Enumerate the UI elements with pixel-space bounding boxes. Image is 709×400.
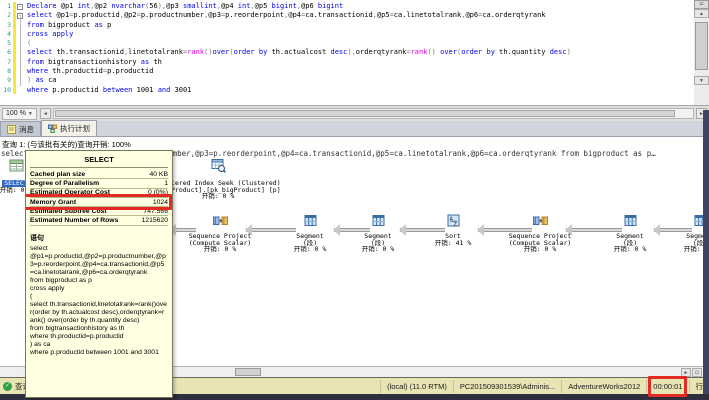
tooltip-row-value: 40 KB	[149, 171, 168, 178]
change-tracking-bar	[13, 2, 16, 94]
tooltip-row: Memory Grant 1024	[30, 198, 168, 207]
plan-node-label: 开销: 0 %	[343, 246, 413, 253]
scrollbar-thumb[interactable]	[55, 110, 675, 117]
line-number: 1	[0, 2, 11, 11]
line-number: 2	[0, 11, 11, 20]
tab-execution-plan[interactable]: 执行计划	[41, 120, 97, 136]
plan-node-label: 开销: 0 %	[165, 246, 275, 253]
tooltip-row-label: Estimated Number of Rows	[30, 217, 118, 224]
tooltip-row: Degree of Parallelism 1	[30, 179, 168, 188]
scroll-right-icon[interactable]: ►	[681, 368, 691, 377]
plan-arrow	[478, 228, 532, 232]
plan-node-seq-project-2[interactable]: Sequence Project(Compute Scalar)开销: 0 %	[485, 213, 595, 253]
plan-arrow	[246, 228, 296, 232]
plan-arrow	[566, 228, 622, 232]
scrollbar-thumb[interactable]	[695, 22, 708, 70]
line-number: 9	[0, 76, 11, 85]
plan-node-label: 开销: 0 %	[595, 246, 665, 253]
plan-node-label: 开销: 0 %	[665, 246, 703, 253]
plan-arrow	[654, 228, 692, 232]
line-number: 6	[0, 48, 11, 57]
fold-collapse-icon[interactable]: -	[17, 4, 23, 10]
execution-plan-icon	[48, 124, 57, 133]
tooltip-row-label: Estimated Operator Cost	[30, 189, 110, 196]
plan-node-label: 开销: 41 %	[418, 240, 488, 247]
tab-label: 消息	[19, 124, 34, 135]
code-line: where th.productid=p.productid	[27, 67, 571, 76]
plan-arrow	[170, 228, 196, 232]
line-number: 10	[0, 86, 11, 95]
operator-tooltip: SELECT Cached plan size40 KBDegree of Pa…	[25, 150, 173, 398]
resize-grip-icon[interactable]: ⊡	[692, 368, 702, 377]
tooltip-row-label: Estimated Subtree Cost	[30, 208, 107, 215]
fold-guide-line	[20, 12, 21, 86]
tooltip-title: SELECT	[30, 153, 168, 168]
status-duration: 00:00:01	[653, 382, 682, 391]
code-line: select th.transactionid,linetotalrank=ra…	[27, 48, 571, 57]
tooltip-row: Estimated Number of Rows 1215620	[30, 216, 168, 225]
tooltip-row-label: Memory Grant	[30, 199, 76, 206]
tooltip-statement-text: select @p1=p.productid,@p2=p.productnumb…	[30, 245, 168, 357]
window-right-border	[703, 110, 709, 400]
line-number: 5	[0, 39, 11, 48]
tooltip-row: Cached plan size 40 KB	[30, 170, 168, 179]
editor-bottom-strip: 100 % ▼ ◄ ►	[0, 105, 709, 121]
editor-vertical-scrollbar[interactable]: = ▲ ▼	[694, 0, 709, 105]
editor-zoom-control[interactable]: 100 % ▼	[2, 108, 37, 120]
tooltip-row: Estimated Operator Cost 0 (0%)	[30, 189, 168, 198]
tooltip-row-value: 1024	[153, 199, 168, 206]
messages-icon	[7, 125, 16, 134]
code-line: cross apply	[27, 30, 571, 39]
tooltip-row-value: 0 (0%)	[148, 189, 168, 196]
code-line: (	[27, 39, 571, 48]
tooltip-rows: Cached plan size40 KBDegree of Paralleli…	[30, 170, 168, 226]
tooltip-row-value: 1215620	[142, 217, 168, 224]
code-line: where p.productid between 1001 and 3001	[27, 86, 571, 95]
code-line: select @p1=p.productid,@p2=p.productnumb…	[27, 11, 571, 20]
scroll-up-icon[interactable]: ▲	[694, 9, 709, 18]
code-line: from bigproduct as p	[27, 21, 571, 30]
fold-margin[interactable]: - -	[17, 2, 25, 94]
line-number: 8	[0, 67, 11, 76]
code-line: Declare @p1 int,@p2 nvarchar(56),@p3 sma…	[27, 2, 571, 11]
status-user: PC201509301539\Adminis...	[453, 380, 561, 393]
scroll-left-icon[interactable]: ◄	[40, 108, 51, 119]
tooltip-row-label: Degree of Parallelism	[30, 180, 99, 187]
plan-node-segment-4[interactable]: Segment(段)开销: 0 %	[665, 213, 703, 253]
tooltip-row-value: 747.566	[143, 208, 168, 215]
success-check-icon: ✓	[3, 382, 12, 391]
code-line: from bigtransactionhistory as th	[27, 58, 571, 67]
tooltip-row-value: 1	[164, 180, 168, 187]
status-database: AdventureWorks2012	[561, 380, 646, 393]
code-line: ) as ca	[27, 76, 571, 85]
plan-node-seq-project-1[interactable]: Sequence Project(Compute Scalar)开销: 0 %	[165, 213, 275, 253]
tab-label: 执行计划	[60, 123, 90, 134]
zoom-level-value: 100 %	[6, 110, 26, 117]
scroll-down-icon[interactable]: ▼	[694, 76, 709, 85]
line-number: 7	[0, 58, 11, 67]
line-number-gutter: 12345678910	[0, 2, 11, 95]
line-number: 3	[0, 21, 11, 30]
tooltip-row-label: Cached plan size	[30, 171, 85, 178]
scrollbar-thumb[interactable]	[235, 368, 261, 376]
editor-horizontal-scrollbar[interactable]	[53, 108, 694, 119]
ssms-window: 12345678910 - - Declare @p1 int,@p2 nvar…	[0, 0, 709, 400]
tab-messages[interactable]: 消息	[0, 121, 41, 136]
tooltip-row: Estimated Subtree Cost 747.566	[30, 207, 168, 216]
sql-editor[interactable]: 12345678910 - - Declare @p1 int,@p2 nvar…	[0, 0, 709, 105]
tooltip-statement-label: 语句	[30, 233, 168, 243]
status-server: (local) (11.0 RTM)	[380, 380, 453, 393]
plan-arrow	[400, 228, 445, 232]
chevron-down-icon: ▼	[28, 111, 33, 117]
results-tab-strip: 消息 执行计划	[0, 121, 709, 137]
splitter-handle[interactable]: =	[694, 0, 709, 9]
plan-node-label: 开销: 0 %	[275, 246, 345, 253]
plan-arrow	[334, 228, 370, 232]
plan-node-label: 开销: 0 %	[485, 246, 595, 253]
line-number: 4	[0, 30, 11, 39]
sql-code-text[interactable]: Declare @p1 int,@p2 nvarchar(56),@p3 sma…	[27, 2, 571, 95]
status-duration-item: 00:00:01	[646, 380, 688, 393]
